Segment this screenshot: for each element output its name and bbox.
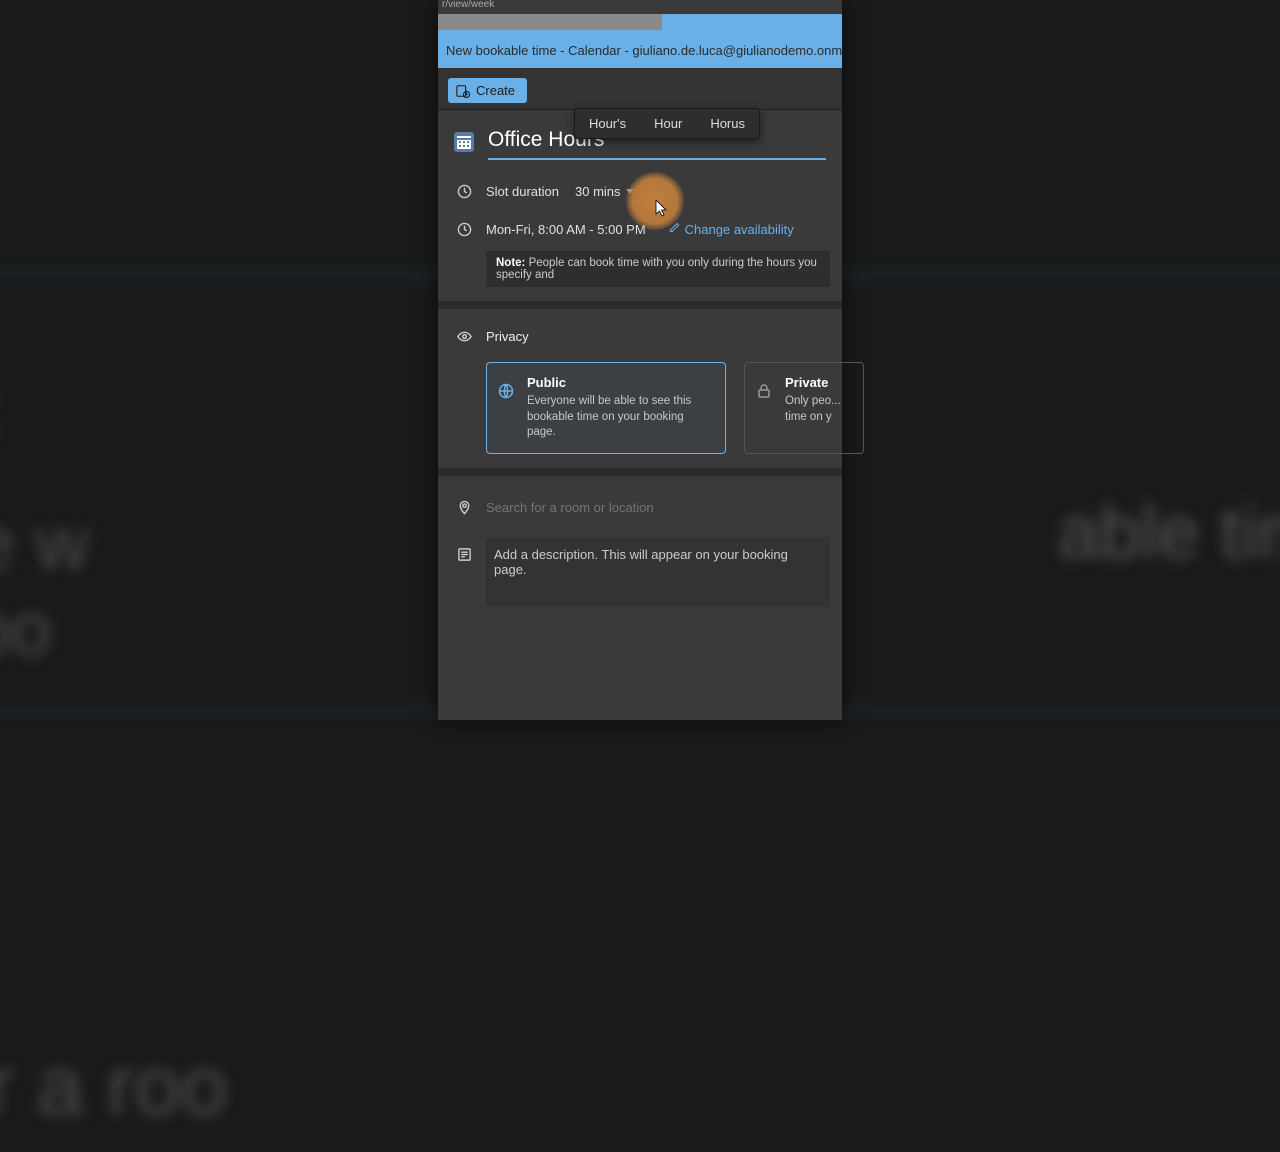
description-input[interactable]: Add a description. This will appear on y… [486, 537, 830, 607]
suggestion-item[interactable]: Horus [696, 109, 759, 138]
details-section: Slot duration 30 mins Mon-Fri, 8:00 AM -… [438, 110, 842, 309]
active-tab[interactable] [438, 14, 662, 30]
suggestion-item[interactable]: Hour [640, 109, 696, 138]
chevron-down-icon [626, 189, 634, 194]
create-button-label: Create [476, 83, 515, 98]
privacy-public-title: Public [527, 375, 713, 390]
slot-duration-dropdown[interactable]: 30 mins [575, 184, 634, 199]
change-availability-link[interactable]: Change availability [668, 221, 794, 237]
url-fragment: r/view/week [438, 0, 842, 14]
privacy-private-title: Private [785, 375, 851, 390]
calendar-icon [454, 132, 474, 152]
location-section [438, 476, 842, 527]
globe-icon [498, 383, 514, 404]
description-icon [454, 537, 474, 562]
clock-icon [454, 222, 474, 237]
bookable-time-panel: r/view/week New bookable time - Calendar… [438, 0, 842, 720]
edit-icon [668, 221, 681, 237]
privacy-section: Privacy Public Everyone will be able to … [438, 309, 842, 476]
privacy-public-desc: Everyone will be able to see this bookab… [527, 394, 713, 441]
create-button[interactable]: Create [448, 78, 527, 103]
privacy-option-public[interactable]: Public Everyone will be able to see this… [486, 362, 726, 454]
location-icon [454, 500, 474, 515]
availability-text: Mon-Fri, 8:00 AM - 5:00 PM [486, 222, 646, 237]
eye-icon [454, 329, 474, 344]
availability-note: Note: People can book time with you only… [486, 251, 830, 287]
privacy-option-private[interactable]: Private Only peo... time on y [744, 362, 864, 454]
privacy-heading: Privacy [486, 329, 529, 344]
clock-icon [454, 184, 474, 199]
bookable-icon [456, 84, 470, 98]
slot-duration-label: Slot duration [486, 184, 559, 199]
browser-tab-strip[interactable] [438, 14, 842, 37]
suggestion-item[interactable]: Hour's [575, 109, 640, 138]
description-section: Add a description. This will appear on y… [438, 527, 842, 633]
location-input[interactable] [486, 500, 830, 515]
window-title: New bookable time - Calendar - giuliano.… [438, 37, 842, 68]
autocorrect-suggestions: Hour's Hour Horus [574, 108, 760, 139]
privacy-private-desc: Only peo... time on y [785, 394, 851, 425]
toolbar: Create [438, 68, 842, 110]
lock-icon [756, 383, 772, 404]
